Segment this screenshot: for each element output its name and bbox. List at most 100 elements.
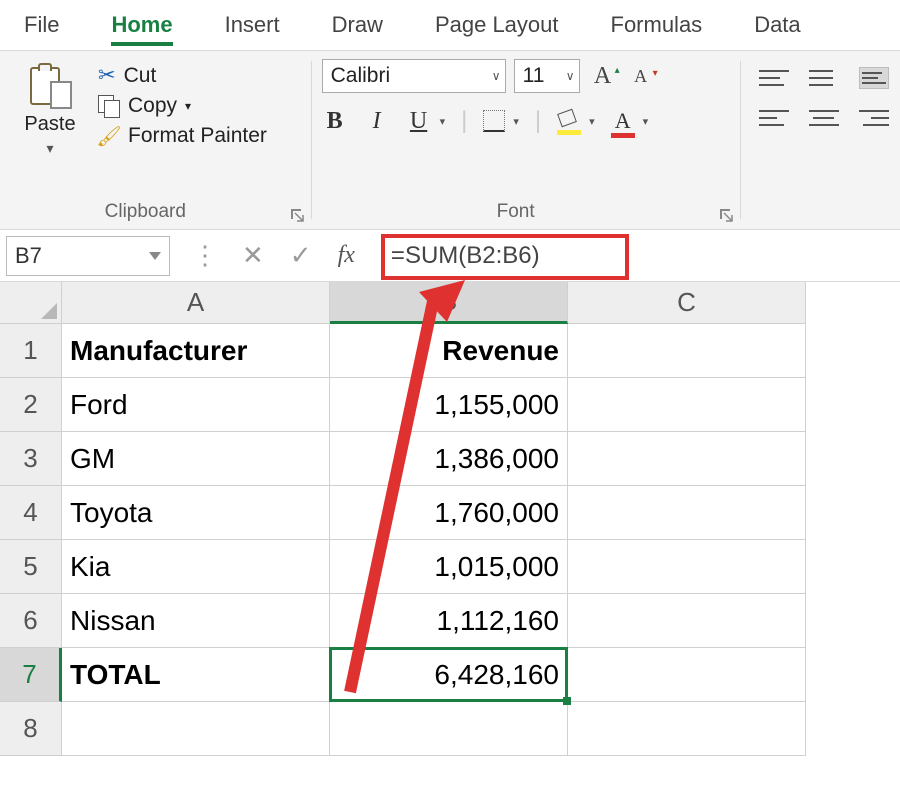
row-header-4[interactable]: 4 bbox=[0, 486, 62, 540]
name-box-value: B7 bbox=[15, 243, 42, 269]
row-header-3[interactable]: 3 bbox=[0, 432, 62, 486]
tab-page-layout[interactable]: Page Layout bbox=[435, 12, 559, 38]
chevron-down-icon: ∨ bbox=[492, 69, 501, 83]
font-size-value: 11 bbox=[523, 64, 545, 88]
cell-A1[interactable]: Manufacturer bbox=[62, 324, 330, 378]
cell-C7[interactable] bbox=[568, 648, 806, 702]
fill-color-button[interactable] bbox=[557, 111, 581, 131]
chevron-down-icon[interactable]: ▾ bbox=[513, 115, 519, 128]
cut-label: Cut bbox=[124, 64, 157, 88]
brush-icon: 🖌 bbox=[98, 125, 120, 147]
font-name-value: Calibri bbox=[331, 64, 391, 88]
row-header-7[interactable]: 7 bbox=[0, 648, 62, 702]
row-header-1[interactable]: 1 bbox=[0, 324, 62, 378]
cell-C8[interactable] bbox=[568, 702, 806, 756]
enter-icon[interactable]: ✓ bbox=[290, 240, 312, 271]
cell-B2[interactable]: 1,155,000 bbox=[330, 378, 568, 432]
cell-C2[interactable] bbox=[568, 378, 806, 432]
cell-C6[interactable] bbox=[568, 594, 806, 648]
chevron-down-icon[interactable]: ▾ bbox=[440, 115, 446, 128]
cell-A5[interactable]: Kia bbox=[62, 540, 330, 594]
borders-button[interactable] bbox=[483, 110, 505, 132]
column-header-C[interactable]: C bbox=[568, 282, 806, 324]
cell-A3[interactable]: GM bbox=[62, 432, 330, 486]
row-header-6[interactable]: 6 bbox=[0, 594, 62, 648]
cell-A4[interactable]: Toyota bbox=[62, 486, 330, 540]
italic-button[interactable]: I bbox=[364, 108, 390, 135]
cell-A2[interactable]: Ford bbox=[62, 378, 330, 432]
ribbon-tabs: File Home Insert Draw Page Layout Formul… bbox=[0, 0, 900, 50]
cell-B8[interactable] bbox=[330, 702, 568, 756]
group-label-clipboard: Clipboard bbox=[0, 201, 291, 223]
cell-B4[interactable]: 1,760,000 bbox=[330, 486, 568, 540]
tab-home[interactable]: Home bbox=[111, 12, 172, 38]
ribbon: Paste ▾ ✂ Cut Copy ▾ 🖌 Format Painter bbox=[0, 50, 900, 230]
font-name-dropdown[interactable]: Calibri ∨ bbox=[322, 59, 506, 93]
column-header-A[interactable]: A bbox=[62, 282, 330, 324]
formula-bar-input[interactable]: =SUM(B2:B6) bbox=[377, 242, 540, 270]
cancel-icon[interactable]: ✕ bbox=[242, 240, 264, 271]
align-top-button[interactable] bbox=[759, 67, 789, 89]
cell-B5[interactable]: 1,015,000 bbox=[330, 540, 568, 594]
chevron-down-icon[interactable]: ▾ bbox=[643, 115, 649, 128]
cell-B6[interactable]: 1,112,160 bbox=[330, 594, 568, 648]
column-header-B[interactable]: B bbox=[330, 282, 568, 324]
cut-button[interactable]: ✂ Cut bbox=[98, 63, 267, 88]
paste-icon bbox=[28, 65, 72, 109]
fill-handle[interactable] bbox=[563, 697, 571, 705]
font-size-dropdown[interactable]: 11 ∨ bbox=[514, 59, 580, 93]
tab-formulas[interactable]: Formulas bbox=[611, 12, 703, 38]
scissors-icon: ✂ bbox=[98, 63, 116, 88]
cell-C3[interactable] bbox=[568, 432, 806, 486]
bold-button[interactable]: B bbox=[322, 108, 348, 135]
cell-C1[interactable] bbox=[568, 324, 806, 378]
chevron-down-icon: ▾ bbox=[185, 99, 191, 113]
format-painter-button[interactable]: 🖌 Format Painter bbox=[98, 124, 267, 148]
cell-C4[interactable] bbox=[568, 486, 806, 540]
ribbon-group-alignment bbox=[741, 51, 900, 229]
tab-insert[interactable]: Insert bbox=[225, 12, 280, 38]
copy-label: Copy bbox=[128, 94, 177, 118]
font-color-button[interactable]: A bbox=[611, 108, 635, 134]
spreadsheet-grid: A B C 1 Manufacturer Revenue 2 Ford 1,15… bbox=[0, 282, 900, 756]
group-label-font: Font bbox=[312, 201, 720, 223]
align-bottom-button[interactable] bbox=[859, 67, 889, 89]
cell-B7[interactable]: 6,428,160 bbox=[330, 648, 568, 702]
chevron-down-icon[interactable]: ▾ bbox=[589, 115, 595, 128]
name-box[interactable]: B7 bbox=[6, 236, 170, 276]
cell-A7[interactable]: TOTAL bbox=[62, 648, 330, 702]
insert-function-button[interactable]: fx bbox=[338, 242, 355, 269]
align-center-button[interactable] bbox=[809, 107, 839, 129]
chevron-down-icon: ∨ bbox=[566, 69, 575, 83]
chevron-down-icon bbox=[149, 252, 161, 260]
tab-data[interactable]: Data bbox=[754, 12, 800, 38]
paste-label: Paste bbox=[24, 113, 75, 136]
row-header-2[interactable]: 2 bbox=[0, 378, 62, 432]
dialog-launcher-icon[interactable] bbox=[718, 207, 734, 223]
ribbon-group-font: Calibri ∨ 11 ∨ A▴ A▾ B I U ▾ | ▾ | ▾ bbox=[312, 51, 740, 229]
more-icon: ⋮ bbox=[192, 240, 216, 271]
align-middle-button[interactable] bbox=[809, 67, 839, 89]
select-all-corner[interactable] bbox=[0, 282, 62, 324]
row-header-8[interactable]: 8 bbox=[0, 702, 62, 756]
paste-button[interactable]: Paste ▾ bbox=[10, 59, 90, 157]
tab-file[interactable]: File bbox=[24, 12, 59, 38]
increase-font-size-button[interactable]: A▴ bbox=[588, 63, 618, 90]
tab-draw[interactable]: Draw bbox=[332, 12, 383, 38]
copy-button[interactable]: Copy ▾ bbox=[98, 94, 267, 118]
cell-A6[interactable]: Nissan bbox=[62, 594, 330, 648]
row-header-5[interactable]: 5 bbox=[0, 540, 62, 594]
ribbon-group-clipboard: Paste ▾ ✂ Cut Copy ▾ 🖌 Format Painter bbox=[0, 51, 311, 229]
align-right-button[interactable] bbox=[859, 107, 889, 129]
dialog-launcher-icon[interactable] bbox=[289, 207, 305, 223]
cell-A8[interactable] bbox=[62, 702, 330, 756]
cell-B1[interactable]: Revenue bbox=[330, 324, 568, 378]
underline-button[interactable]: U bbox=[406, 108, 432, 135]
chevron-down-icon: ▾ bbox=[46, 140, 53, 157]
copy-icon bbox=[98, 95, 120, 117]
decrease-font-size-button[interactable]: A▾ bbox=[626, 66, 656, 87]
format-painter-label: Format Painter bbox=[128, 124, 267, 148]
cell-C5[interactable] bbox=[568, 540, 806, 594]
align-left-button[interactable] bbox=[759, 107, 789, 129]
cell-B3[interactable]: 1,386,000 bbox=[330, 432, 568, 486]
